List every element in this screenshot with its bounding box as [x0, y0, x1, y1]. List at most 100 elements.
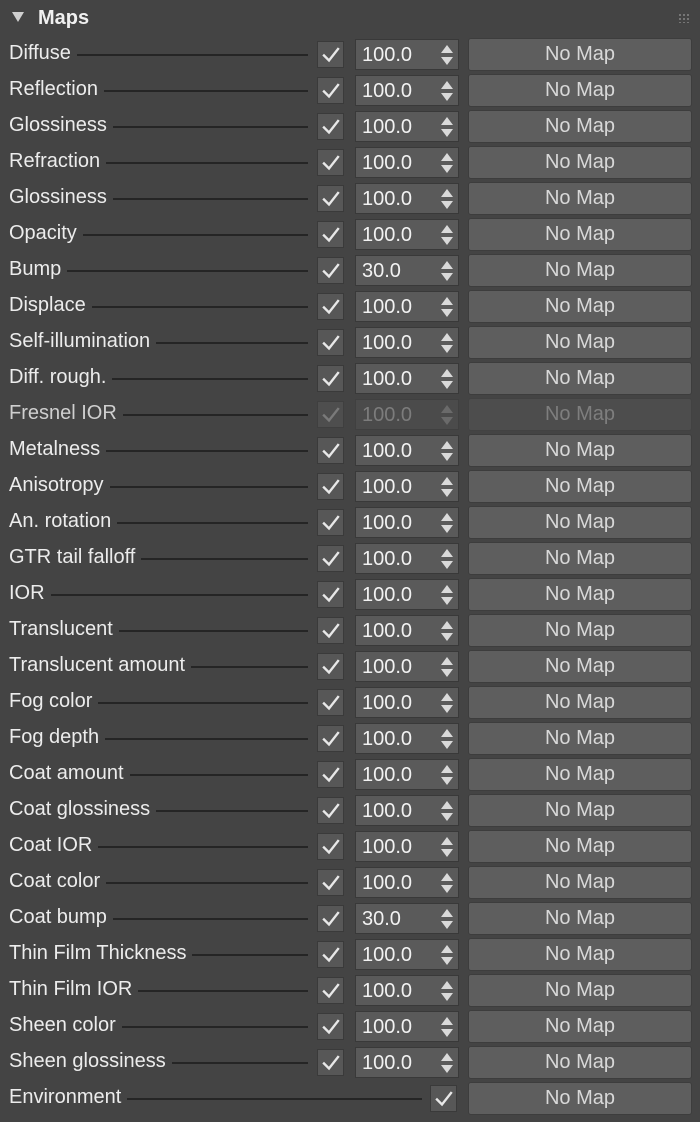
spinner-arrows-icon[interactable] — [440, 980, 454, 1002]
map-amount-value[interactable]: 100.0 — [362, 331, 412, 355]
map-amount-value[interactable]: 100.0 — [362, 439, 412, 463]
map-amount-value[interactable]: 30.0 — [362, 907, 401, 931]
map-slot-button[interactable]: No Map — [468, 866, 692, 899]
map-enable-checkbox[interactable] — [317, 941, 344, 968]
map-amount-spinner[interactable]: 100.0 — [355, 507, 459, 538]
map-slot-button[interactable]: No Map — [468, 290, 692, 323]
map-slot-button[interactable]: No Map — [468, 614, 692, 647]
environment-map-button[interactable]: No Map — [468, 1082, 692, 1115]
spinner-arrows-icon[interactable] — [440, 656, 454, 678]
map-slot-button[interactable]: No Map — [468, 470, 692, 503]
map-amount-spinner[interactable]: 100.0 — [355, 471, 459, 502]
map-enable-checkbox[interactable] — [317, 257, 344, 284]
map-amount-value[interactable]: 100.0 — [362, 295, 412, 319]
map-slot-button[interactable]: No Map — [468, 1046, 692, 1079]
map-amount-value[interactable]: 100.0 — [362, 835, 412, 859]
map-slot-button[interactable]: No Map — [468, 326, 692, 359]
map-enable-checkbox[interactable] — [317, 905, 344, 932]
map-enable-checkbox[interactable] — [317, 77, 344, 104]
map-enable-checkbox[interactable] — [317, 1049, 344, 1076]
map-amount-spinner[interactable]: 100.0 — [355, 327, 459, 358]
rollout-header[interactable]: Maps — [0, 0, 700, 36]
map-amount-spinner[interactable]: 30.0 — [355, 255, 459, 286]
map-slot-button[interactable]: No Map — [468, 182, 692, 215]
map-amount-value[interactable]: 100.0 — [362, 187, 412, 211]
spinner-arrows-icon[interactable] — [440, 620, 454, 642]
spinner-arrows-icon[interactable] — [440, 548, 454, 570]
collapse-triangle-icon[interactable] — [12, 12, 24, 22]
map-slot-button[interactable]: No Map — [468, 902, 692, 935]
map-slot-button[interactable]: No Map — [468, 362, 692, 395]
map-amount-spinner[interactable]: 100.0 — [355, 651, 459, 682]
map-enable-checkbox[interactable] — [317, 473, 344, 500]
map-amount-spinner[interactable]: 100.0 — [355, 1047, 459, 1078]
map-amount-spinner[interactable]: 100.0 — [355, 975, 459, 1006]
map-amount-value[interactable]: 100.0 — [362, 691, 412, 715]
map-amount-spinner[interactable]: 100.0 — [355, 1011, 459, 1042]
map-amount-spinner[interactable]: 30.0 — [355, 903, 459, 934]
spinner-arrows-icon[interactable] — [440, 764, 454, 786]
map-slot-button[interactable]: No Map — [468, 722, 692, 755]
spinner-arrows-icon[interactable] — [440, 296, 454, 318]
spinner-arrows-icon[interactable] — [440, 728, 454, 750]
spinner-arrows-icon[interactable] — [440, 872, 454, 894]
map-amount-value[interactable]: 100.0 — [362, 367, 412, 391]
map-enable-checkbox[interactable] — [317, 185, 344, 212]
spinner-arrows-icon[interactable] — [440, 404, 454, 426]
spinner-arrows-icon[interactable] — [440, 836, 454, 858]
spinner-arrows-icon[interactable] — [440, 476, 454, 498]
map-slot-button[interactable]: No Map — [468, 146, 692, 179]
map-enable-checkbox[interactable] — [317, 617, 344, 644]
map-amount-spinner[interactable]: 100.0 — [355, 147, 459, 178]
map-slot-button[interactable]: No Map — [468, 578, 692, 611]
map-amount-spinner[interactable]: 100.0 — [355, 183, 459, 214]
spinner-arrows-icon[interactable] — [440, 800, 454, 822]
environment-enable-checkbox[interactable] — [430, 1085, 457, 1112]
map-amount-spinner[interactable]: 100.0 — [355, 687, 459, 718]
map-slot-button[interactable]: No Map — [468, 830, 692, 863]
map-enable-checkbox[interactable] — [317, 365, 344, 392]
map-amount-value[interactable]: 100.0 — [362, 583, 412, 607]
map-amount-value[interactable]: 100.0 — [362, 799, 412, 823]
map-slot-button[interactable]: No Map — [468, 38, 692, 71]
map-amount-value[interactable]: 100.0 — [362, 511, 412, 535]
map-enable-checkbox[interactable] — [317, 689, 344, 716]
spinner-arrows-icon[interactable] — [440, 332, 454, 354]
map-enable-checkbox[interactable] — [317, 545, 344, 572]
map-amount-value[interactable]: 100.0 — [362, 151, 412, 175]
map-amount-spinner[interactable]: 100.0 — [355, 579, 459, 610]
grip-dots-icon[interactable] — [678, 13, 690, 23]
map-slot-button[interactable]: No Map — [468, 254, 692, 287]
map-amount-value[interactable]: 100.0 — [362, 727, 412, 751]
map-amount-spinner[interactable]: 100.0 — [355, 543, 459, 574]
map-amount-spinner[interactable]: 100.0 — [355, 363, 459, 394]
spinner-arrows-icon[interactable] — [440, 1016, 454, 1038]
map-slot-button[interactable]: No Map — [468, 650, 692, 683]
map-enable-checkbox[interactable] — [317, 869, 344, 896]
map-enable-checkbox[interactable] — [317, 581, 344, 608]
map-enable-checkbox[interactable] — [317, 437, 344, 464]
map-enable-checkbox[interactable] — [317, 41, 344, 68]
map-slot-button[interactable]: No Map — [468, 218, 692, 251]
map-amount-value[interactable]: 100.0 — [362, 1015, 412, 1039]
map-enable-checkbox[interactable] — [317, 833, 344, 860]
map-amount-value[interactable]: 100.0 — [362, 871, 412, 895]
map-amount-spinner[interactable]: 100.0 — [355, 39, 459, 70]
spinner-arrows-icon[interactable] — [440, 44, 454, 66]
map-enable-checkbox[interactable] — [317, 1013, 344, 1040]
spinner-arrows-icon[interactable] — [440, 80, 454, 102]
map-amount-spinner[interactable]: 100.0 — [355, 759, 459, 790]
map-amount-spinner[interactable]: 100.0 — [355, 435, 459, 466]
map-enable-checkbox[interactable] — [317, 221, 344, 248]
spinner-arrows-icon[interactable] — [440, 224, 454, 246]
spinner-arrows-icon[interactable] — [440, 368, 454, 390]
map-amount-value[interactable]: 100.0 — [362, 1051, 412, 1075]
spinner-arrows-icon[interactable] — [440, 908, 454, 930]
map-amount-spinner[interactable]: 100.0 — [355, 795, 459, 826]
map-amount-spinner[interactable]: 100.0 — [355, 867, 459, 898]
map-amount-spinner[interactable]: 100.0 — [355, 219, 459, 250]
map-amount-spinner[interactable]: 100.0 — [355, 939, 459, 970]
map-slot-button[interactable]: No Map — [468, 542, 692, 575]
map-amount-spinner[interactable]: 100.0 — [355, 723, 459, 754]
map-amount-value[interactable]: 100.0 — [362, 43, 412, 67]
